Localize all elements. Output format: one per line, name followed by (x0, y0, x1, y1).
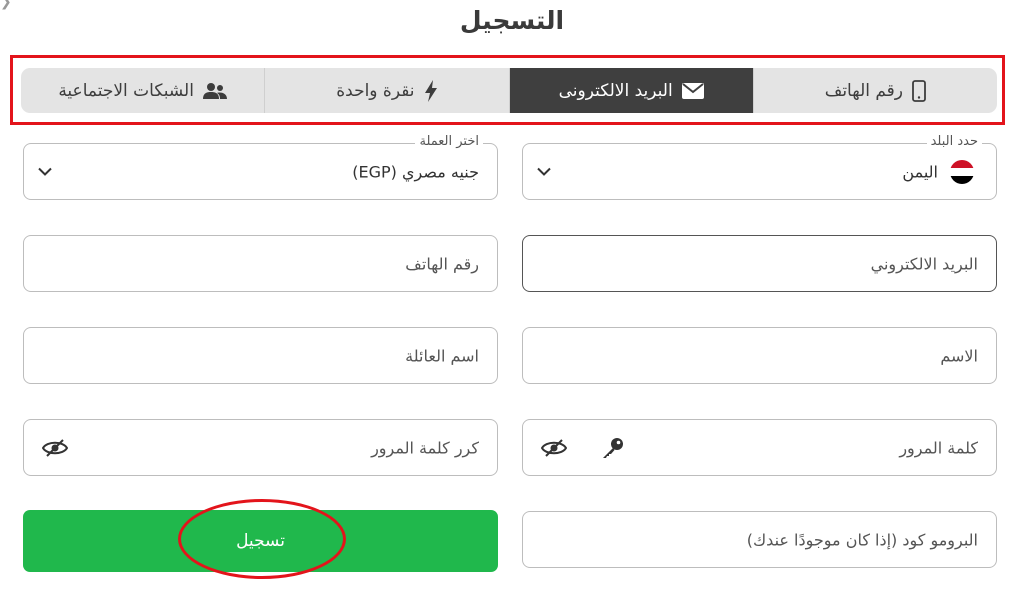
promo-code-placeholder: البرومو كود (إذا كان موجودًا عندك) (746, 530, 978, 549)
country-value: اليمن (902, 162, 938, 181)
tab-email-label: البريد الالكترونى (558, 80, 673, 101)
eye-slash-icon[interactable] (42, 438, 68, 457)
registration-method-tabs: رقم الهاتف البريد الالكترونى نقرة واحدة … (21, 68, 997, 113)
email-field[interactable]: البريد الالكتروني (522, 235, 997, 292)
phone-placeholder: رقم الهاتف (405, 254, 479, 273)
envelope-icon (681, 82, 704, 99)
chevron-down-icon (38, 167, 52, 176)
tab-email[interactable]: البريد الالكترونى (508, 68, 753, 113)
tab-phone[interactable]: رقم الهاتف (752, 68, 997, 113)
last-name-field[interactable]: اسم العائلة (23, 327, 498, 384)
yemen-flag-icon (950, 159, 974, 184)
promo-code-field[interactable]: البرومو كود (إذا كان موجودًا عندك) (522, 511, 997, 568)
country-select[interactable]: حدد البلد اليمن (522, 134, 997, 200)
key-icon[interactable] (601, 436, 625, 460)
tab-social-label: الشبكات الاجتماعية (58, 80, 194, 101)
first-name-placeholder: الاسم (940, 346, 978, 365)
register-button[interactable]: تسجيل (23, 510, 498, 572)
tab-phone-label: رقم الهاتف (824, 80, 904, 101)
currency-select[interactable]: اختر العملة جنيه مصري (EGP) (23, 134, 498, 200)
eye-slash-icon[interactable] (541, 438, 567, 457)
currency-value: جنيه مصري (EGP) (352, 162, 479, 181)
page-title: التسجيل (459, 6, 565, 35)
tab-social[interactable]: الشبكات الاجتماعية (21, 68, 264, 113)
country-legend: حدد البلد (926, 134, 982, 149)
mobile-phone-icon (912, 79, 926, 102)
phone-field[interactable]: رقم الهاتف (23, 235, 498, 292)
password-placeholder: كلمة المرور (899, 438, 978, 457)
users-icon (202, 82, 227, 99)
tab-one-click-label: نقرة واحدة (336, 80, 415, 101)
password-confirm-field[interactable]: كرر كلمة المرور (23, 419, 498, 476)
password-confirm-placeholder: كرر كلمة المرور (371, 438, 479, 457)
password-field[interactable]: كلمة المرور (522, 419, 997, 476)
last-name-placeholder: اسم العائلة (405, 346, 479, 365)
lightning-bolt-icon (424, 79, 437, 102)
currency-legend: اختر العملة (415, 134, 483, 149)
chevron-down-icon (537, 167, 551, 176)
email-placeholder: البريد الالكتروني (870, 254, 978, 273)
first-name-field[interactable]: الاسم (522, 327, 997, 384)
tab-one-click[interactable]: نقرة واحدة (264, 68, 508, 113)
